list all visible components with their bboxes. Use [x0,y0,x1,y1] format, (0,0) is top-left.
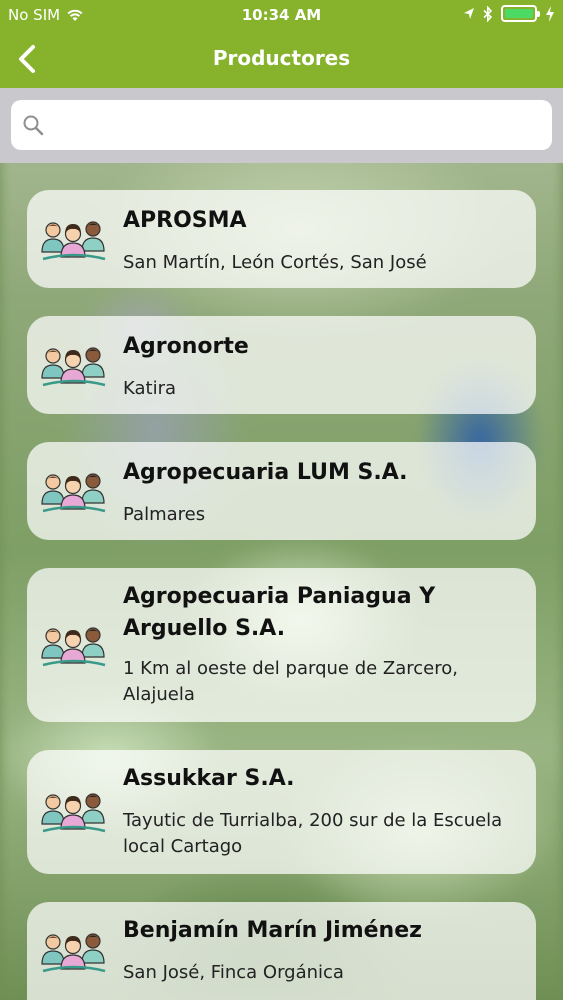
search-input[interactable] [53,108,543,142]
charging-icon [546,5,554,22]
battery-icon [501,5,540,22]
status-right [463,5,555,22]
list-item[interactable]: Assukkar S.A. Tayutic de Turrialba, 200 … [27,750,536,874]
list-item[interactable]: APROSMA San Martín, León Cortés, San Jos… [27,190,536,288]
producer-name: Benjamín Marín Jiménez [123,918,422,943]
producer-address: Tayutic de Turrialba, 200 sur de la Escu… [123,810,503,857]
battery-level [505,9,533,18]
producer-name: APROSMA [123,208,247,233]
producer-name: Assukkar S.A. [123,766,295,791]
list-item[interactable]: Agropecuaria LUM S.A. Palmares [27,442,536,540]
location-arrow-icon [464,7,474,19]
group-people-icon [41,792,107,833]
search-icon [23,115,44,136]
group-people-icon [41,220,107,261]
group-people-icon [41,932,107,973]
producer-name: Agronorte [123,334,249,359]
producer-name: Agropecuaria LUM S.A. [123,460,408,485]
list-item[interactable]: Benjamín Marín Jiménez San José, Finca O… [27,902,536,1000]
list-item[interactable]: Agropecuaria Paniagua Y Arguello S.A. 1 … [27,568,536,722]
group-people-icon [41,626,107,667]
search-field-container[interactable] [11,100,552,150]
producer-address: 1 Km al oeste del parque de Zarcero, Ala… [123,658,458,705]
bluetooth-icon [483,5,493,22]
status-bar: No SIM 10:34 AM [0,0,563,30]
page-title: Productores [212,46,351,70]
producer-address: San José, Finca Orgánica [123,962,344,983]
search-bar [0,88,563,163]
producer-address: San Martín, León Cortés, San José [123,252,427,273]
list-item[interactable]: Agronorte Katira [27,316,536,414]
navigation-bar: Productores [0,30,563,88]
producer-address: Katira [123,378,177,399]
producer-name: Agropecuaria Paniagua Y Arguello S.A. [123,584,436,641]
group-people-icon [41,472,107,513]
producer-address: Palmares [123,504,206,525]
group-people-icon [41,346,107,387]
